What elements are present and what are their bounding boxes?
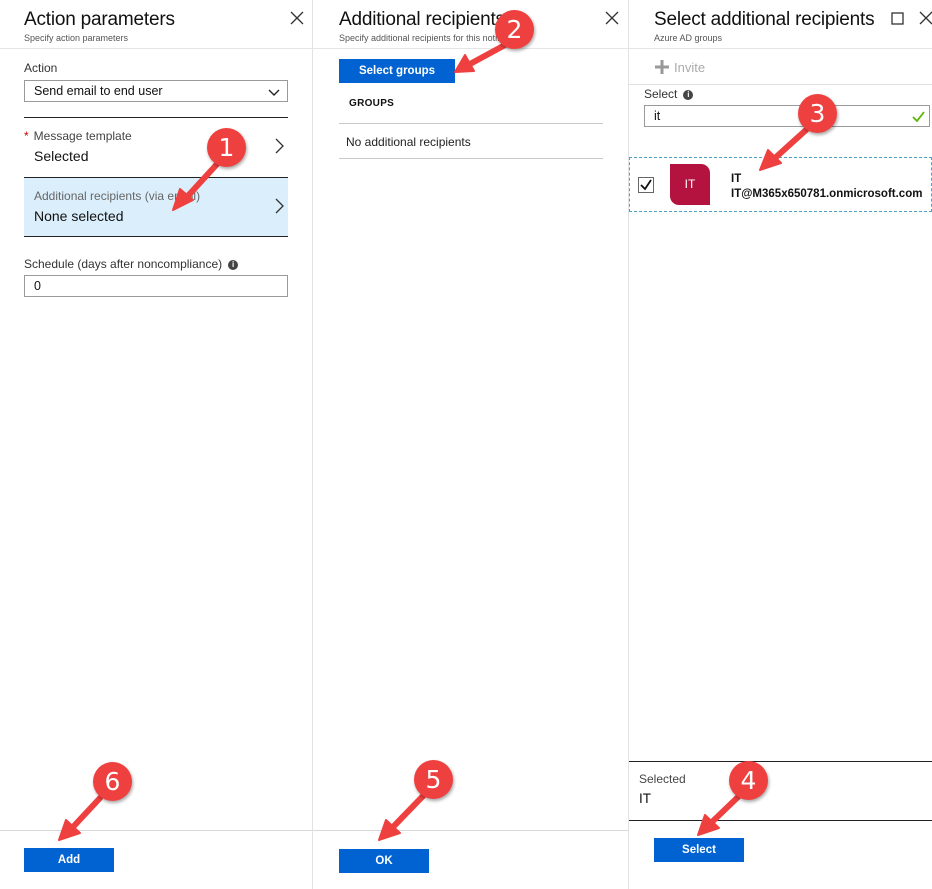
additional-recipients-blade: Additional recipients Specify additional…: [313, 0, 629, 889]
message-template-value: Selected: [34, 148, 89, 164]
close-icon[interactable]: [919, 11, 932, 27]
blade-header: Select additional recipients Azure AD gr…: [629, 0, 932, 49]
close-icon[interactable]: [290, 11, 306, 27]
plus-icon: [654, 59, 670, 78]
selected-summary: Selected IT: [629, 761, 932, 821]
add-button[interactable]: Add: [24, 848, 114, 872]
blade-subtitle: Specify action parameters: [24, 33, 129, 43]
callout-badge-6: 6: [93, 762, 132, 801]
divider: [629, 84, 932, 85]
required-mark: *: [24, 129, 29, 143]
list-item: No additional recipients: [339, 123, 603, 159]
callout-badge-1: 1: [207, 128, 246, 167]
select-recipients-blade: Select additional recipients Azure AD gr…: [629, 0, 932, 889]
info-icon[interactable]: i: [228, 259, 239, 270]
schedule-input[interactable]: 0: [24, 275, 288, 297]
blade-title: Action parameters: [24, 9, 175, 30]
invite-button[interactable]: Invite: [654, 59, 705, 78]
checkmark-icon: [912, 111, 925, 125]
blade-title: Additional recipients: [339, 9, 505, 30]
group-name: IT: [731, 173, 742, 185]
callout-badge-3: 3: [798, 94, 837, 133]
groups-column-header: GROUPS: [349, 98, 395, 109]
group-email: IT@M365x650781.onmicrosoft.com: [731, 188, 923, 200]
schedule-label: Schedule (days after noncompliance) i: [24, 257, 239, 271]
chevron-right-icon: [275, 198, 284, 219]
callout-badge-2: 2: [495, 10, 534, 49]
avatar: IT: [670, 164, 710, 205]
message-template-item[interactable]: * Message template Selected: [24, 117, 288, 177]
invite-label: Invite: [674, 60, 706, 75]
action-dropdown-value: Send email to end user: [34, 84, 163, 98]
blade-header: Additional recipients Specify additional…: [313, 0, 628, 49]
message-template-label: * Message template: [24, 129, 132, 143]
blade-footer: OK: [313, 830, 628, 889]
callout-badge-4: 4: [729, 761, 768, 800]
select-groups-button[interactable]: Select groups: [339, 59, 455, 83]
blade-subtitle: Azure AD groups: [654, 33, 723, 43]
callout-badge-5: 5: [414, 760, 453, 799]
ok-button[interactable]: OK: [339, 849, 429, 873]
additional-recipients-item[interactable]: Additional recipients (via email) None s…: [24, 177, 288, 237]
close-icon[interactable]: [605, 11, 621, 27]
chevron-down-icon: [268, 86, 280, 100]
list-item[interactable]: IT IT IT@M365x650781.onmicrosoft.com: [629, 157, 932, 212]
select-button[interactable]: Select: [654, 838, 744, 862]
select-label: Select i: [644, 87, 694, 101]
empty-message: No additional recipients: [346, 135, 471, 149]
chevron-right-icon: [275, 138, 284, 159]
additional-recipients-label: Additional recipients (via email): [34, 189, 201, 203]
action-parameters-blade: Action parameters Specify action paramet…: [0, 0, 313, 889]
info-icon[interactable]: i: [683, 89, 694, 100]
search-input[interactable]: it: [644, 105, 930, 127]
action-dropdown[interactable]: Send email to end user: [24, 80, 288, 102]
blade-header: Action parameters Specify action paramet…: [0, 0, 312, 49]
action-label: Action: [24, 61, 58, 75]
select-label-text: Select: [644, 87, 678, 101]
selected-value: IT: [639, 791, 651, 806]
checkbox[interactable]: [638, 177, 654, 193]
selected-label: Selected: [639, 772, 686, 786]
blade-footer: Add: [0, 830, 312, 889]
maximize-icon[interactable]: [891, 12, 904, 25]
additional-recipients-value: None selected: [34, 208, 124, 224]
schedule-label-text: Schedule (days after noncompliance): [24, 257, 223, 271]
blade-title: Select additional recipients: [654, 9, 875, 30]
message-template-label-text: Message template: [33, 129, 132, 143]
search-input-value: it: [654, 109, 661, 123]
